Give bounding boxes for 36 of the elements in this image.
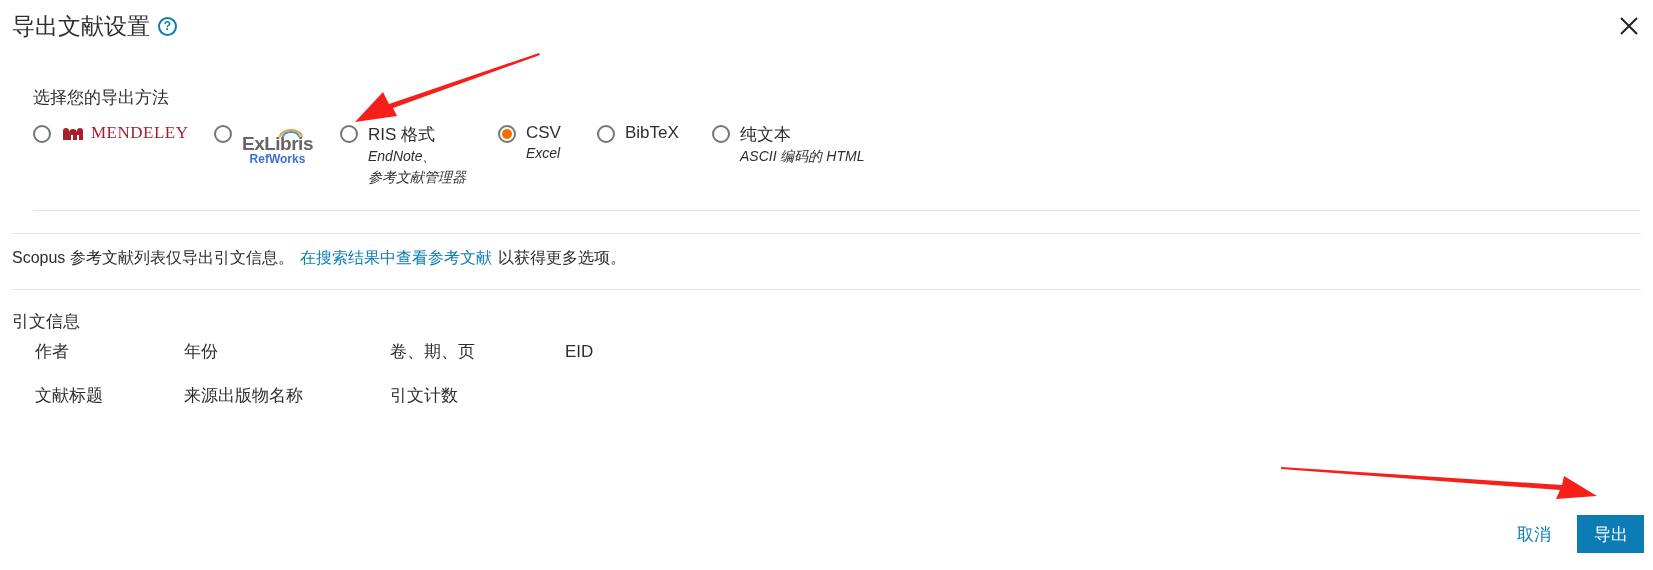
- dialog-title: 导出文献设置: [12, 11, 150, 41]
- option-note: 参考文献管理器: [368, 168, 466, 187]
- radio-button[interactable]: [340, 125, 358, 143]
- field-name: 文献标题: [35, 385, 104, 407]
- search-results-link[interactable]: 在搜索结果中查看参考文献: [299, 248, 492, 269]
- close-icon: [1620, 17, 1638, 35]
- refworks-logo: RefWorks: [249, 153, 306, 165]
- option-label: 纯文本: [740, 124, 792, 146]
- radio-button[interactable]: [498, 125, 516, 143]
- option-note: ASCII 编码的 HTML: [740, 147, 865, 166]
- option-label: CSV: [526, 123, 561, 143]
- radio-button[interactable]: [33, 125, 51, 143]
- notice-text: 以获得更多选项。: [497, 248, 626, 268]
- field-name: 卷、期、页: [390, 341, 476, 363]
- option-note: EndNote、: [368, 147, 438, 166]
- cancel-button[interactable]: 取消: [1517, 522, 1551, 546]
- radio-button[interactable]: [214, 125, 232, 143]
- rainbow-arc-icon: [278, 129, 305, 137]
- radio-button[interactable]: [712, 125, 730, 143]
- radio-button[interactable]: [597, 125, 615, 143]
- field-name: 来源出版物名称: [184, 385, 304, 407]
- field-name: 作者: [35, 341, 70, 363]
- export-button[interactable]: 导出: [1577, 515, 1644, 553]
- mendeley-logo-icon: [61, 125, 85, 141]
- mendeley-logo: MENDELEY: [91, 123, 189, 143]
- notice-text: Scopus 参考文献列表仅导出引文信息。: [12, 248, 294, 268]
- option-label: RIS 格式: [368, 124, 437, 146]
- field-name: 引文计数: [390, 385, 459, 407]
- option-note: Excel: [526, 144, 561, 163]
- field-name: 年份: [184, 341, 219, 363]
- section-heading: 引文信息: [12, 311, 81, 333]
- help-icon[interactable]: ?: [158, 16, 177, 36]
- section-label: 选择您的导出方法: [33, 87, 170, 109]
- option-label: BibTeX: [625, 123, 679, 143]
- field-name: EID: [565, 341, 595, 363]
- exlibris-logo: ExLibris: [242, 134, 313, 153]
